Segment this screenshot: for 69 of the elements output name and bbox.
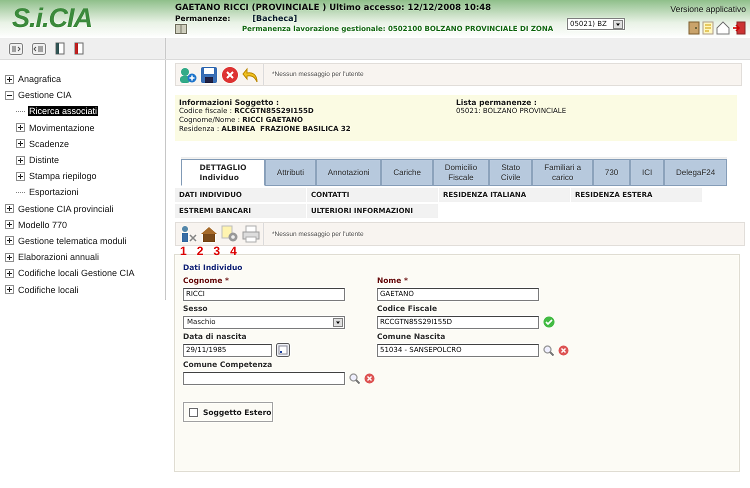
expand-icon[interactable] [16, 139, 25, 148]
cancel-icon[interactable] [221, 66, 239, 84]
tab[interactable]: Domicilio Fiscale [432, 159, 490, 186]
search-icon[interactable] [349, 372, 360, 384]
tab[interactable]: ICI [630, 159, 664, 186]
add-person-icon[interactable] [179, 66, 197, 84]
tree-item[interactable]: Gestione CIA provinciali [17, 204, 115, 214]
page-icon[interactable] [55, 42, 65, 55]
search-icon[interactable] [543, 344, 554, 356]
expand-icon[interactable] [16, 156, 25, 165]
expand-icon[interactable] [5, 268, 14, 278]
tree-item[interactable]: Gestione CIA [17, 90, 73, 100]
tree-item[interactable]: Modello 770 [17, 220, 68, 230]
tree-item[interactable]: Ricerca associati [28, 106, 98, 116]
tree-item[interactable]: Movimentazione [28, 122, 96, 133]
person-icon[interactable] [179, 225, 197, 243]
tree-item[interactable]: Codifiche locali [17, 284, 80, 295]
annotation-number: 2 [196, 246, 204, 254]
tab[interactable]: Attributi [265, 159, 316, 186]
annotation-number: 1 [180, 246, 187, 254]
print-icon[interactable] [242, 225, 260, 243]
expand-icon[interactable] [5, 220, 14, 230]
expand-icon[interactable] [16, 123, 25, 132]
tree-item[interactable]: Scadenze [28, 138, 70, 149]
dropdown-icon [333, 318, 343, 326]
expand-icon[interactable] [5, 252, 14, 262]
tree-item[interactable]: Distinte [28, 155, 60, 166]
clear-icon[interactable] [558, 344, 569, 356]
calendar-icon[interactable] [276, 343, 290, 357]
clear-icon[interactable] [364, 372, 375, 384]
tab[interactable]: 730 [593, 159, 630, 186]
tab[interactable]: Cariche [381, 159, 433, 186]
tab[interactable]: DelegaF24 [664, 159, 728, 186]
tree-item[interactable]: Stampa riepilogo [28, 171, 98, 182]
tree-item[interactable]: Elaborazioni annuali [17, 252, 100, 262]
save-icon[interactable] [200, 66, 218, 84]
annotation-number: 3 [213, 246, 220, 254]
expand-icon[interactable] [5, 236, 14, 246]
tree-item[interactable]: Gestione telematica moduli [17, 236, 128, 246]
tree-item[interactable]: Esportazioni [28, 187, 80, 198]
collapse-panel-icon[interactable] [32, 42, 46, 54]
exit-icon[interactable] [732, 21, 746, 35]
expand-icon[interactable] [5, 74, 14, 84]
dropdown-icon [613, 20, 623, 28]
undo-icon[interactable] [242, 66, 260, 84]
door-icon[interactable] [688, 21, 700, 35]
checkbox[interactable] [189, 408, 198, 416]
check-icon [543, 316, 555, 328]
user-info: GAETANO RICCI (PROVINCIALE ) Ultimo accesso: 12/12/2008 10:48 [175, 3, 492, 13]
tree-item[interactable]: Anagrafica [17, 74, 62, 84]
expand-icon[interactable] [5, 204, 14, 214]
tree-item[interactable]: Codifiche locali Gestione CIA [17, 268, 136, 278]
tab[interactable]: Stato Civile [489, 159, 532, 186]
app-logo: S.i.CIA [11, 2, 94, 34]
expand-icon[interactable] [16, 172, 25, 181]
book-icon[interactable] [175, 24, 187, 34]
page-icon[interactable] [74, 42, 84, 55]
permanenze-value[interactable]: [Bacheca] [252, 14, 298, 23]
tab[interactable]: Annotazioni [316, 159, 382, 186]
expand-panel-icon[interactable] [9, 42, 23, 54]
house-icon[interactable] [200, 225, 218, 243]
annotation-number: 4 [230, 246, 237, 254]
note-icon[interactable] [702, 21, 714, 35]
home-icon[interactable] [716, 21, 730, 35]
expand-icon[interactable] [5, 285, 14, 294]
input-field[interactable] [183, 372, 345, 384]
version-label: Versione applicativo [670, 4, 746, 14]
tab[interactable]: Familiari a carico [532, 159, 594, 186]
collapse-icon[interactable] [5, 90, 14, 100]
